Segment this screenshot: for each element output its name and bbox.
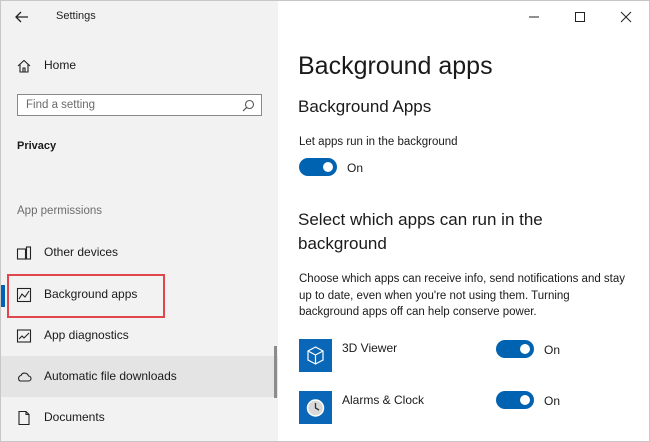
sidebar-item-other-devices[interactable]: Other devices [1,233,278,273]
toggle-state-label: On [544,394,561,408]
home-icon [16,58,32,74]
toggle-knob [520,395,530,405]
cube-icon [299,339,332,372]
toggle-knob [520,344,530,354]
section-title: Privacy [17,140,57,152]
app-name: Alarms & Clock [342,393,425,407]
page-title: Background apps [298,52,493,80]
search-icon[interactable] [242,99,255,112]
sidebar-scrollbar[interactable] [274,346,277,398]
description-text: Choose which apps can receive info, send… [299,273,626,318]
toggle-state-label: On [544,343,561,357]
document-icon [16,410,32,426]
back-arrow-icon[interactable] [11,7,33,27]
sidebar-item-label: Other devices [44,245,119,259]
sidebar-item-documents[interactable]: Documents [1,398,278,438]
sidebar-item-home[interactable]: Home [1,46,278,86]
app-toggle-3d-viewer[interactable] [496,340,534,358]
window-title: Settings [56,10,96,22]
sidebar-item-automatic-file-downloads[interactable]: Automatic file downloads [1,357,278,397]
sidebar-item-label: Home [44,58,77,72]
sidebar: Settings Home Find a setting Privacy App… [1,1,278,441]
search-input[interactable]: Find a setting [17,94,262,116]
cloud-icon [16,369,32,385]
select-apps-heading: Select which apps can run in the backgro… [298,210,543,253]
app-name: 3D Viewer [342,341,398,355]
toggle-knob [323,162,333,172]
toggle-state-label: On [347,161,364,175]
clock-icon [299,391,332,424]
background-apps-master-toggle[interactable] [299,158,337,176]
search-placeholder: Find a setting [26,99,96,111]
diagnostics-icon [16,328,32,344]
sidebar-item-label: Documents [44,410,105,424]
background-toggle-label: Let apps run in the background [299,136,458,148]
highlight-annotation-box [7,274,165,318]
settings-window: Settings Home Find a setting Privacy App… [0,0,650,442]
title-bar: Settings [1,1,278,33]
permissions-header: App permissions [17,205,103,217]
sidebar-item-label: App diagnostics [44,328,129,342]
sidebar-item-label: Automatic file downloads [44,369,177,383]
sidebar-item-app-diagnostics[interactable]: App diagnostics [1,316,278,356]
section-heading: Background Apps [298,97,432,116]
devices-icon [16,245,32,261]
app-toggle-alarms-clock[interactable] [496,391,534,409]
main-content: Background apps Background Apps Let apps… [278,1,649,441]
